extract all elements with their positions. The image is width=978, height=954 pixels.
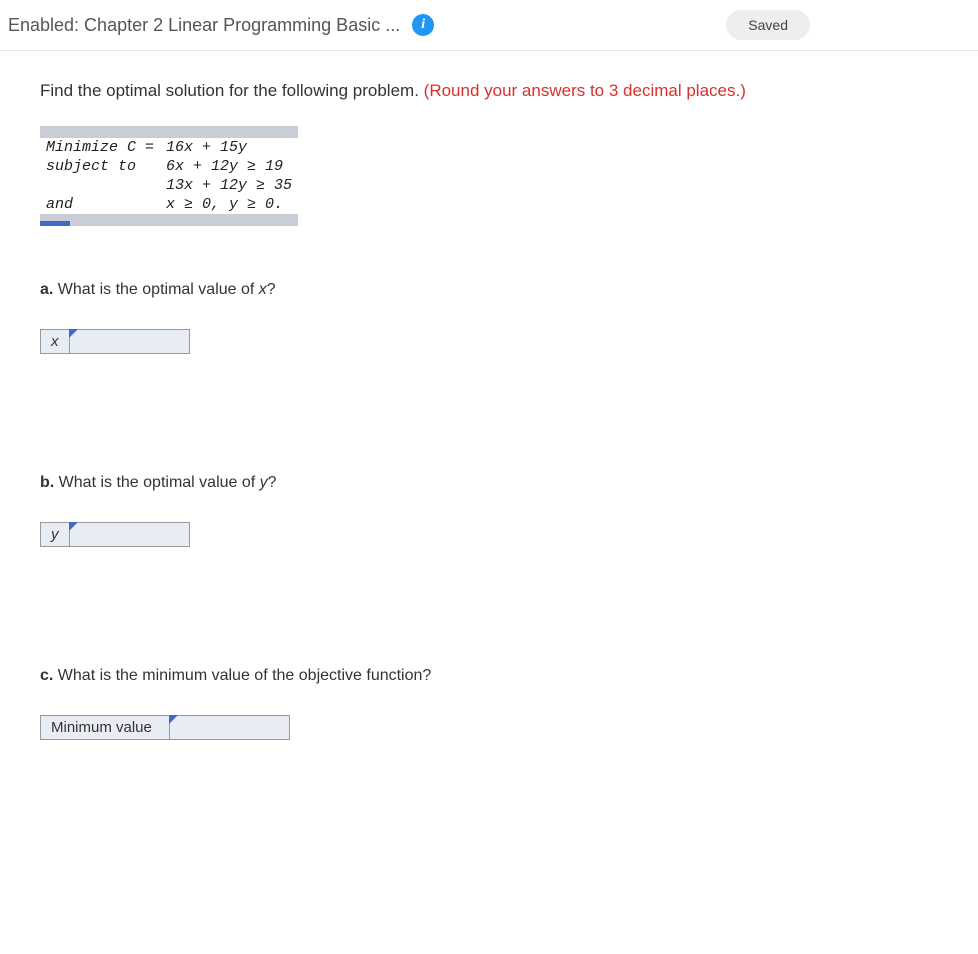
answer-input-wrap-y <box>70 522 190 547</box>
q-b-letter: b. <box>40 474 54 491</box>
answer-label-y: y <box>40 522 70 547</box>
min-value-input[interactable] <box>170 717 289 739</box>
question-c: c. What is the minimum value of the obje… <box>40 667 938 740</box>
problem-r3c2: 13x + 12y ≥ 35 <box>160 176 298 195</box>
intro-note: (Round your answers to 3 decimal places.… <box>424 81 746 100</box>
problem-r1c1: Minimize C = <box>40 138 160 157</box>
answer-input-wrap-min <box>170 715 290 740</box>
answer-label-x: x <box>40 329 70 354</box>
question-a: a. What is the optimal value of x? x <box>40 281 938 354</box>
content-area: Find the optimal solution for the follow… <box>0 51 978 790</box>
problem-r3c1 <box>40 176 160 195</box>
question-a-label: a. What is the optimal value of x? <box>40 281 938 299</box>
y-input[interactable] <box>70 524 189 546</box>
q-a-text: What is the optimal value of <box>53 281 258 298</box>
q-b-text: What is the optimal value of <box>54 474 259 491</box>
problem-r4c1: and <box>40 195 160 214</box>
answer-row-b: y <box>40 522 938 547</box>
q-c-text: What is the minimum value of the objecti… <box>53 667 431 684</box>
page-header: Enabled: Chapter 2 Linear Programming Ba… <box>0 0 978 51</box>
intro-text: Find the optimal solution for the follow… <box>40 81 424 100</box>
q-a-var: x <box>259 281 267 298</box>
answer-label-min: Minimum value <box>40 715 170 740</box>
q-b-qmark: ? <box>268 474 277 491</box>
question-c-label: c. What is the minimum value of the obje… <box>40 667 938 685</box>
q-a-letter: a. <box>40 281 53 298</box>
problem-r1c2: 16x + 15y <box>160 138 298 157</box>
assignment-title: Enabled: Chapter 2 Linear Programming Ba… <box>8 15 400 36</box>
info-icon[interactable]: i <box>412 14 434 36</box>
answer-row-a: x <box>40 329 938 354</box>
problem-r4c2: x ≥ 0, y ≥ 0. <box>160 195 298 214</box>
problem-intro: Find the optimal solution for the follow… <box>40 81 938 101</box>
x-input[interactable] <box>70 331 189 353</box>
answer-row-c: Minimum value <box>40 715 938 740</box>
question-b-label: b. What is the optimal value of y? <box>40 474 938 492</box>
q-c-letter: c. <box>40 667 53 684</box>
q-a-qmark: ? <box>267 281 276 298</box>
answer-input-wrap-x <box>70 329 190 354</box>
saved-badge: Saved <box>726 10 810 40</box>
problem-r2c1: subject to <box>40 157 160 176</box>
q-b-var: y <box>260 474 268 491</box>
question-b: b. What is the optimal value of y? y <box>40 474 938 547</box>
problem-statement: Minimize C = 16x + 15y subject to 6x + 1… <box>40 126 298 226</box>
problem-r2c2: 6x + 12y ≥ 19 <box>160 157 298 176</box>
